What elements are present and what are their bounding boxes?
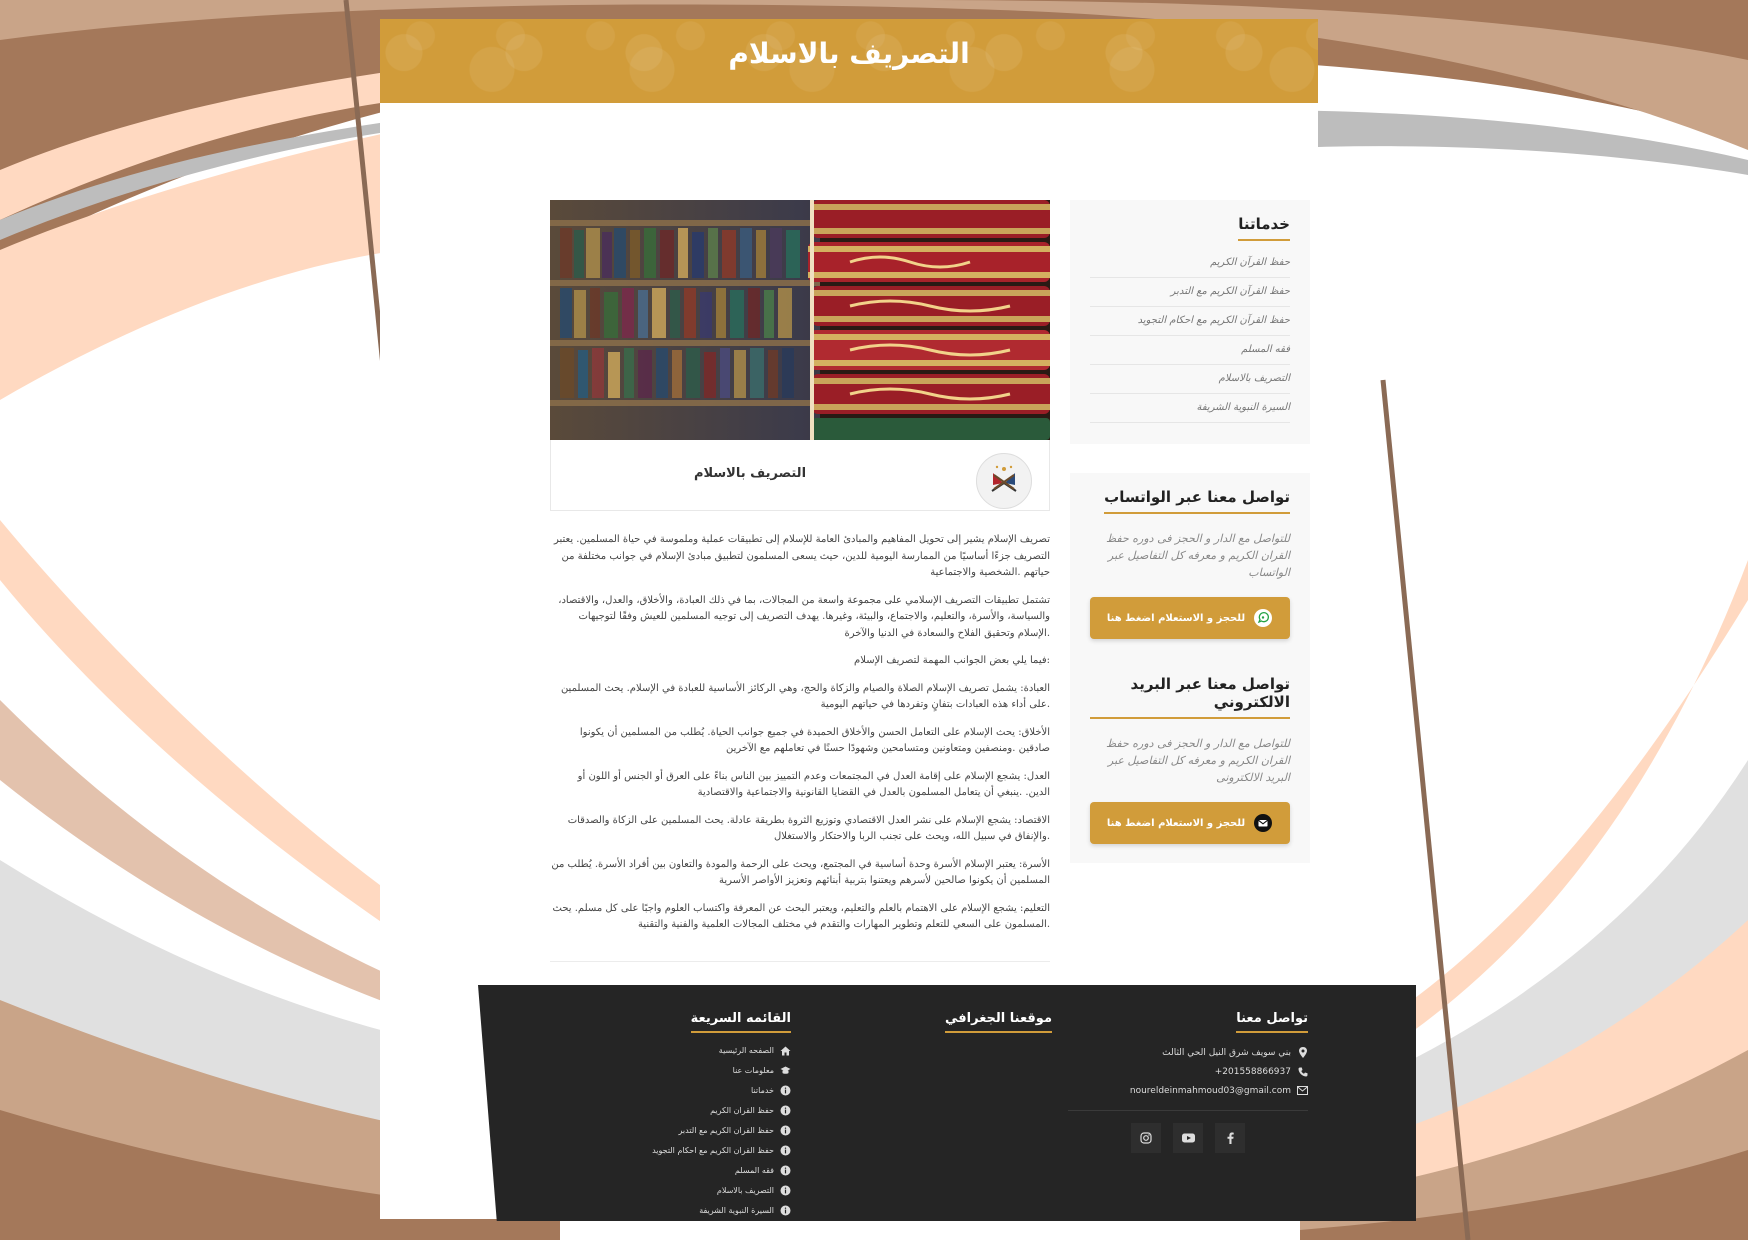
email-icon	[1253, 813, 1273, 833]
info-icon	[780, 1085, 791, 1096]
footer-address-text: بني سويف شرق النيل الحي الثالث	[1162, 1047, 1291, 1058]
email-button-label: للحجز و الاستعلام اضغط هنا	[1106, 817, 1246, 829]
phone-icon	[1297, 1066, 1308, 1077]
envelope-icon	[1297, 1085, 1308, 1096]
info-icon	[780, 1125, 791, 1136]
quick-link-quran-tajweed[interactable]: حفظ القران الكريم مع احكام التجويد	[591, 1145, 791, 1156]
service-item[interactable]: حفظ القرآن الكريم	[1090, 249, 1290, 278]
header-banner: التصريف بالاسلام	[380, 19, 1318, 103]
services-list: حفظ القرآن الكريم حفظ القرآن الكريم مع ا…	[1090, 249, 1290, 423]
article-paragraph: تصريف الإسلام يشير إلى تحويل المفاهيم وا…	[553, 534, 1050, 578]
quick-link-label: فقه المسلم	[734, 1166, 774, 1175]
page-title: التصريف بالاسلام	[728, 37, 970, 70]
info-icon	[780, 1105, 791, 1116]
footer-phone-text: +201558866937	[1214, 1066, 1291, 1077]
post-title-bar: التصريف بالاسلام	[550, 440, 1050, 511]
quick-links-list: الصفحه الرئيسية معلومات عنا خدماتنا حفظ …	[591, 1045, 791, 1216]
email-book-button[interactable]: للحجز و الاستعلام اضغط هنا	[1090, 802, 1290, 844]
footer-geo-title: موقعنا الجغرافي	[944, 1011, 1052, 1033]
article-paragraph: الأسرة: يعتبر الإسلام الأسرة وحدة أساسية…	[551, 858, 1050, 887]
article: التصريف بالاسلام تصريف الإسلام يشير إلى …	[550, 200, 1050, 962]
whatsapp-description: للتواصل مع الدار و الحجز فى دوره حفظ الق…	[1105, 532, 1290, 579]
footer-geo: موقعنا الجغرافي	[944, 1007, 1052, 1033]
service-item[interactable]: حفظ القرآن الكريم مع التدبر	[1090, 278, 1290, 307]
quick-link-label: حفظ القران الكريم مع التدبر	[678, 1126, 774, 1135]
contact-widget: تواصل معنا عبر الواتساب للتواصل مع الدار…	[1070, 473, 1310, 863]
email-title: تواصل معنا عبر البريد الالكتروني	[1090, 675, 1290, 719]
article-paragraph: العبادة: يشمل تصريف الإسلام الصلاة والصي…	[560, 682, 1050, 711]
site-footer: تواصل معنا بني سويف شرق النيل الحي الثال…	[478, 985, 1416, 1221]
info-hat-icon	[780, 1065, 791, 1076]
quick-link-tasreef[interactable]: التصريف بالاسلام	[591, 1185, 791, 1196]
service-item[interactable]: التصريف بالاسلام	[1090, 365, 1290, 394]
quick-link-quran[interactable]: حفظ القران الكريم	[591, 1105, 791, 1116]
article-paragraph: الاقتصاد: يشجع الإسلام على نشر العدل الا…	[567, 814, 1050, 843]
article-paragraph: العدل: يشجع الإسلام على إقامة العدل في ا…	[577, 770, 1050, 799]
article-paragraph: الأخلاق: يحث الإسلام على التعامل الحسن و…	[579, 726, 1050, 755]
footer-quick-menu: القائمه السريعة الصفحه الرئيسية معلومات …	[591, 1007, 791, 1221]
footer-address: بني سويف شرق النيل الحي الثالث	[1068, 1047, 1308, 1058]
quick-link-home[interactable]: الصفحه الرئيسية	[591, 1045, 791, 1056]
info-icon	[780, 1145, 791, 1156]
service-item[interactable]: فقه المسلم	[1090, 336, 1290, 365]
article-paragraph: التعليم: يشجع الإسلام على الاهتمام بالعل…	[552, 902, 1050, 931]
article-paragraph: تشتمل تطبيقات التصريف الإسلامي على مجموع…	[558, 594, 1050, 639]
footer-phone[interactable]: +201558866937	[1068, 1066, 1308, 1077]
whatsapp-book-button[interactable]: للحجز و الاستعلام اضغط هنا	[1090, 597, 1290, 639]
email-description: للتواصل مع الدار و الحجز فى دوره حفظ الق…	[1105, 737, 1290, 784]
facebook-icon[interactable]	[1215, 1123, 1245, 1153]
quick-link-label: السيرة النبوية الشريفة	[699, 1206, 774, 1215]
map-pin-icon	[1297, 1047, 1308, 1058]
quick-link-label: معلومات عنا	[732, 1066, 774, 1075]
instagram-icon[interactable]	[1131, 1123, 1161, 1153]
quick-link-label: خدماتنا	[751, 1086, 774, 1095]
article-body: تصريف الإسلام يشير إلى تحويل المفاهيم وا…	[550, 532, 1050, 962]
whatsapp-title: تواصل معنا عبر الواتساب	[1104, 488, 1290, 514]
info-icon	[780, 1185, 791, 1196]
info-icon	[780, 1205, 791, 1216]
quick-link-about[interactable]: معلومات عنا	[591, 1065, 791, 1076]
article-paragraph: :فيما يلي بعض الجوانب المهمة لتصريف الإس…	[854, 655, 1050, 666]
footer-email[interactable]: noureldeinmahmoud03@gmail.com	[1068, 1085, 1308, 1096]
hero-image-books	[550, 200, 1050, 440]
whatsapp-icon	[1253, 608, 1273, 628]
services-widget: خدماتنا حفظ القرآن الكريم حفظ القرآن الك…	[1070, 200, 1310, 444]
footer-contact: تواصل معنا بني سويف شرق النيل الحي الثال…	[1068, 1007, 1308, 1153]
service-item[interactable]: حفظ القرآن الكريم مع احكام التجويد	[1090, 307, 1290, 336]
quick-link-quran-tadabbur[interactable]: حفظ القران الكريم مع التدبر	[591, 1125, 791, 1136]
quick-link-fiqh[interactable]: فقه المسلم	[591, 1165, 791, 1176]
footer-contact-title: تواصل معنا	[1236, 1011, 1308, 1033]
quick-link-services[interactable]: خدماتنا	[591, 1085, 791, 1096]
info-icon	[780, 1165, 791, 1176]
service-item[interactable]: السيرة النبوية الشريفة	[1090, 394, 1290, 423]
quick-link-seerah[interactable]: السيرة النبوية الشريفة	[591, 1205, 791, 1216]
quick-link-label: حفظ القران الكريم	[710, 1106, 774, 1115]
social-links	[1068, 1110, 1308, 1153]
footer-email-text: noureldeinmahmoud03@gmail.com	[1129, 1085, 1291, 1096]
quick-link-label: الصفحه الرئيسية	[718, 1046, 774, 1055]
post-title: التصريف بالاسلام	[693, 466, 807, 481]
services-title: خدماتنا	[1238, 215, 1290, 241]
quran-logo-icon	[976, 453, 1032, 509]
quick-link-label: التصريف بالاسلام	[716, 1186, 774, 1195]
youtube-icon[interactable]	[1173, 1123, 1203, 1153]
quick-link-label: حفظ القران الكريم مع احكام التجويد	[652, 1146, 774, 1155]
whatsapp-button-label: للحجز و الاستعلام اضغط هنا	[1106, 612, 1246, 624]
footer-quick-title: القائمه السريعة	[690, 1011, 791, 1033]
home-icon	[780, 1045, 791, 1056]
